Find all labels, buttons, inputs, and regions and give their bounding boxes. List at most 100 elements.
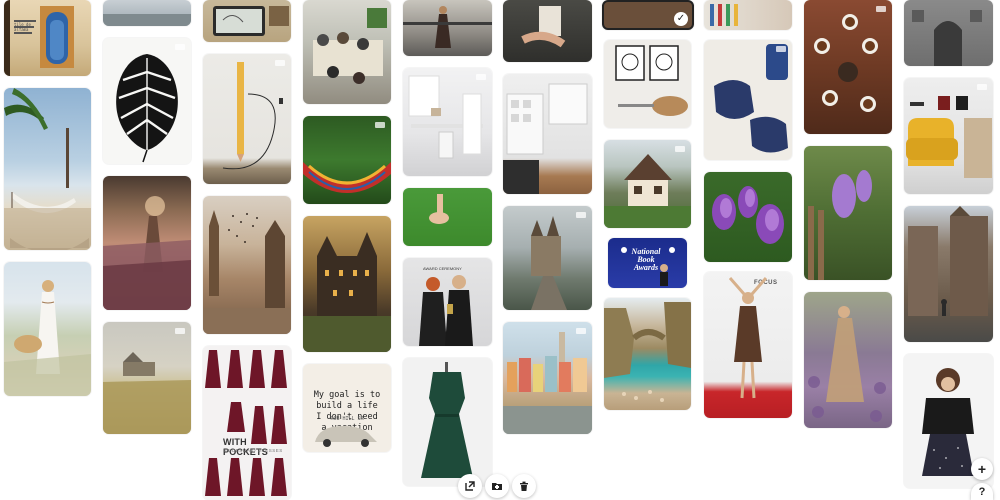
craft-room-image [503,83,588,194]
question-icon: ? [978,485,986,498]
pin-board: tile de alfama WITH POCKETS BRIDESMAID D… [0,0,1000,500]
gothic-castle-image [303,232,391,352]
pin-yellow-armchair[interactable] [904,78,993,194]
pin-red-carpet[interactable]: FOCUS [704,272,792,418]
pin-book-awards[interactable]: National Book Awards [608,238,687,288]
vw-beetle-image [315,426,377,447]
rhino-print-image [714,44,788,153]
pin-beach-hammock[interactable] [4,88,91,250]
add-to-folder-button[interactable] [485,474,509,498]
grass-feet-image [429,194,449,224]
folder-icon [492,483,502,490]
tablet-image [213,6,289,36]
yellow-armchair-image [906,96,992,178]
pin-field-woman[interactable] [103,176,191,310]
book-award-image [621,247,675,286]
pin-coast-top[interactable] [103,0,191,26]
pin-menu-icon[interactable] [175,44,185,50]
eltz-castle-image [531,216,567,310]
city-street-image [908,206,988,316]
pin-eltz-castle[interactable] [503,206,592,310]
pin-white-office[interactable] [403,68,492,176]
door-sketch-image [4,0,74,76]
checkmark-icon: ✓ [674,12,688,26]
move-button[interactable] [458,474,482,498]
pin-art-supplies[interactable] [704,0,792,30]
tile-note-text: tile de alfama [14,22,31,32]
pin-castle-birds[interactable] [203,196,291,334]
white-office-image [408,75,483,159]
hammock-image [4,88,91,250]
lavender-dancer-image [808,306,886,422]
linocut-tools-image [615,45,688,116]
pin-tablet-drawing[interactable] [203,0,291,42]
add-pin-button[interactable]: + [971,458,993,480]
art-supplies-image [710,4,738,26]
lilac-fence-image [808,170,872,280]
pin-sea-arch[interactable] [604,298,691,410]
pin-menu-icon[interactable] [576,328,586,334]
pin-menu-icon[interactable] [977,84,987,90]
pin-city-street[interactable] [904,206,993,342]
pin-selected-top[interactable]: ✓ [602,0,694,30]
pin-grass-feet[interactable] [403,188,492,246]
pin-craft-room[interactable] [503,74,592,194]
pin-lilac-flowers[interactable] [704,172,792,262]
forest-hammock-image [303,162,391,193]
pin-drawing-hand[interactable] [503,0,592,62]
pin-workshop-table[interactable] [303,0,391,104]
pockets-subtitle: BRIDESMAID DRESSES [223,448,283,453]
help-button[interactable]: ? [971,483,993,500]
red-carpet-image [728,277,768,399]
pin-award-photo[interactable]: AWARD CEREMONY [403,258,492,346]
plus-icon: + [977,461,987,477]
award-couple-image [419,275,473,346]
woman-hat-image [4,280,91,396]
pin-menu-icon[interactable] [675,146,685,152]
pin-menu-icon[interactable] [876,6,886,12]
pin-menu-icon[interactable] [275,60,285,66]
pin-linocut-tools[interactable] [604,40,691,128]
pin-menu-icon[interactable] [776,46,786,52]
barn-field-image [103,352,191,434]
delete-button[interactable] [512,474,536,498]
sea-arch-image [604,302,691,402]
pin-sea-woman-hat[interactable] [4,262,91,396]
pin-rhino-print[interactable] [704,40,792,160]
pin-bridge-woman[interactable] [403,0,492,56]
pin-vacation-quote[interactable]: My goal is to build a life I don't need … [303,364,391,452]
archway-image [912,10,982,66]
pin-monstera-print[interactable] [103,38,191,164]
pin-menu-icon[interactable] [375,122,385,128]
pin-coffee-table[interactable] [804,0,892,134]
pin-misty-barn[interactable] [103,322,191,434]
dresses-grid-image [205,350,287,496]
pencil-lamp-image [222,62,283,170]
pin-forest-hammock[interactable] [303,116,391,204]
award-banner-text: AWARD CEREMONY [423,266,462,271]
pin-bridesmaid-dresses[interactable]: WITH POCKETS BRIDESMAID DRESSES [203,346,291,500]
monstera-leaf-image [116,54,178,163]
pin-bw-archway[interactable] [904,0,993,66]
bridge-woman-image [403,6,492,48]
pin-menu-icon[interactable] [576,212,586,218]
bottom-toolbar [458,474,538,500]
drawing-hand-image [521,6,566,48]
coffee-table-image [814,14,878,112]
pin-tudor-house[interactable] [604,140,691,228]
cinque-terre-image [503,332,592,434]
pin-pencil-lamp[interactable] [203,54,291,184]
pin-cinque-terre[interactable] [503,322,592,434]
pin-menu-icon[interactable] [476,74,486,80]
trash-icon [520,481,528,491]
pin-lisbon-door-sketch[interactable]: tile de alfama [4,0,91,76]
pin-green-dress[interactable] [403,358,492,486]
pin-menu-icon[interactable] [175,328,185,334]
pockets-title: WITH POCKETS [223,437,268,457]
pin-lilac-fence[interactable] [804,146,892,280]
pin-gothic-castle[interactable] [303,216,391,352]
pin-lavender-dancer[interactable] [804,292,892,428]
workshop-image [313,8,387,84]
lilac-image [712,186,784,244]
coast-image [103,14,191,26]
